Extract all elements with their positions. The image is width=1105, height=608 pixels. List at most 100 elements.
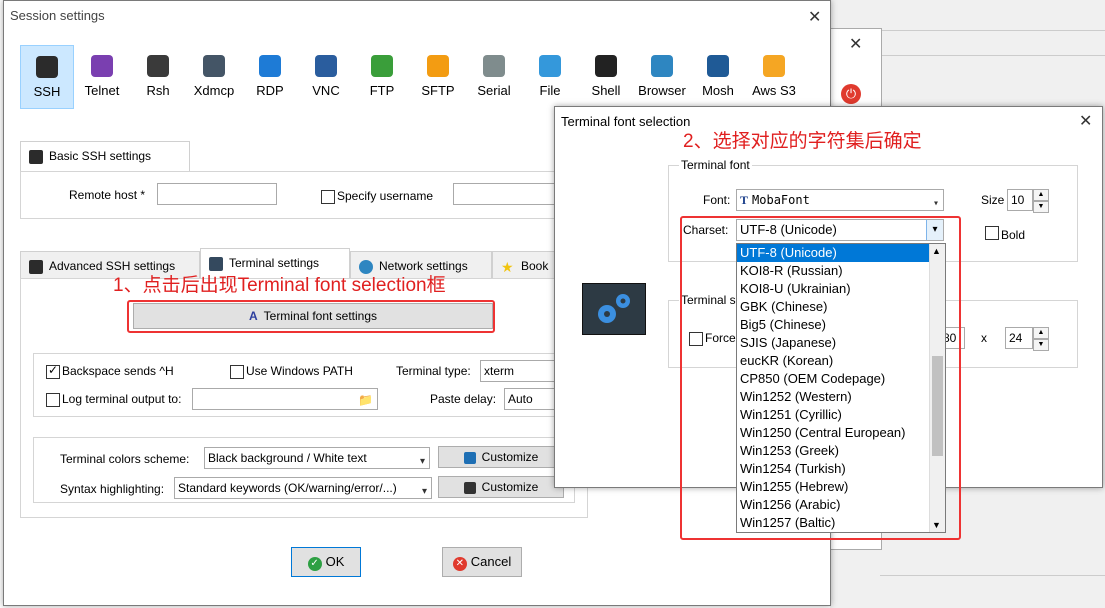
customize-syntax-button[interactable]: Customize (438, 476, 564, 498)
protocol-rdp[interactable]: RDP (244, 45, 296, 107)
rows-stepper[interactable]: ▲ ▼ (1033, 327, 1049, 351)
chevron-down-icon: ▾ (932, 198, 939, 209)
bold-label: Bold (1001, 228, 1026, 242)
annotation-box-charset (680, 216, 961, 540)
close-icon[interactable]: ✕ (808, 7, 821, 27)
annotation-step2: 2、选择对应的字符集后确定 (683, 131, 922, 152)
size-input[interactable]: 10 (1007, 189, 1033, 211)
check-icon: ✓ (307, 557, 322, 571)
colors-scheme-label: Terminal colors scheme: (60, 452, 190, 466)
monitor-icon (463, 481, 476, 494)
terminal-icon (209, 256, 223, 271)
remote-host-label: Remote host * (69, 188, 146, 202)
cancel-icon: ✕ (452, 557, 467, 571)
cancel-button[interactable]: ✕ Cancel (442, 547, 522, 577)
shell-icon (595, 55, 617, 77)
serial-icon (483, 55, 505, 77)
protocol-mosh[interactable]: Mosh (692, 45, 744, 107)
cancel-label: Cancel (470, 554, 512, 569)
specify-username-label: Specify username (337, 189, 434, 203)
dialog-title: Terminal font selection (561, 114, 691, 129)
protocol-vnc[interactable]: VNC (300, 45, 352, 107)
ssh-key-icon (29, 149, 43, 164)
font-select[interactable]: T MobaFont ▾ (736, 189, 944, 211)
syntax-select[interactable]: Standard keywords (OK/warning/error/...)… (174, 477, 432, 499)
windows-path-checkbox[interactable] (230, 365, 244, 379)
customize-colors-button[interactable]: Customize (438, 446, 564, 468)
protocol-telnet[interactable]: Telnet (76, 45, 128, 107)
protocol-aws-s3[interactable]: Aws S3 (748, 45, 800, 107)
protocol-serial[interactable]: Serial (468, 45, 520, 107)
palette-icon (463, 451, 476, 464)
size-label: Size (981, 193, 1005, 207)
basic-settings-panel: Remote host * Specify username (20, 171, 582, 219)
terminal-type-label: Terminal type: (396, 364, 471, 378)
specify-username-checkbox[interactable] (321, 190, 335, 204)
protocol-label: File (539, 83, 561, 98)
window-title: Session settings (10, 8, 105, 23)
size-stepper[interactable]: ▲ ▼ (1033, 189, 1049, 213)
protocol-ssh[interactable]: SSH (20, 45, 74, 109)
power-icon[interactable]: ⏻ (841, 84, 861, 104)
telnet-icon (91, 55, 113, 77)
ok-label: OK (325, 554, 345, 569)
chevron-down-icon: ▾ (421, 486, 427, 497)
close-icon[interactable]: ✕ (1079, 111, 1092, 131)
paste-delay-label: Paste delay: (430, 392, 497, 406)
close-icon[interactable]: ✕ (849, 34, 862, 54)
protocol-browser[interactable]: Browser (636, 45, 688, 107)
background-divider (880, 55, 1105, 56)
tab-basic-ssh[interactable]: Basic SSH settings (20, 141, 190, 172)
ssh-icon (36, 56, 58, 78)
chevron-up-icon[interactable]: ▲ (1033, 327, 1049, 339)
tab-label: Terminal settings (229, 256, 320, 270)
chevron-down-icon[interactable]: ▼ (1033, 201, 1049, 213)
protocol-ftp[interactable]: FTP (356, 45, 408, 107)
chevron-down-icon[interactable]: ▼ (1033, 339, 1049, 351)
annotation-box-font-button (127, 300, 495, 333)
font-label: Font: (703, 193, 731, 207)
customize-label: Customize (481, 450, 539, 464)
protocol-label: Mosh (702, 83, 734, 98)
protocol-xdmcp[interactable]: Xdmcp (188, 45, 240, 107)
background-divider (880, 30, 1105, 31)
ok-button[interactable]: ✓ OK (291, 547, 361, 577)
log-output-input[interactable]: 📁 (192, 388, 378, 410)
truetype-icon: T (740, 193, 749, 207)
protocol-label: Rsh (146, 83, 170, 98)
windows-path-label: Use Windows PATH (246, 364, 353, 378)
vnc-icon (315, 55, 337, 77)
protocol-label: VNC (312, 83, 340, 98)
colors-scheme-value: Black background / White text (208, 451, 367, 465)
mosh-icon (707, 55, 729, 77)
protocol-label: Browser (638, 83, 686, 98)
aws-s3-icon (763, 55, 785, 77)
protocol-label: Xdmcp (193, 83, 235, 98)
protocol-rsh[interactable]: Rsh (132, 45, 184, 107)
chevron-up-icon[interactable]: ▲ (1033, 189, 1049, 201)
protocol-sftp[interactable]: SFTP (412, 45, 464, 107)
rsh-icon (147, 55, 169, 77)
bold-checkbox[interactable] (985, 226, 999, 240)
ssh-key-icon (29, 259, 43, 274)
xdmcp-icon (203, 55, 225, 77)
remote-host-input[interactable] (157, 183, 277, 205)
customize-label: Customize (481, 480, 539, 494)
protocol-shell[interactable]: Shell (580, 45, 632, 107)
colors-scheme-select[interactable]: Black background / White text ▾ (204, 447, 430, 469)
backspace-checkbox[interactable] (46, 363, 60, 379)
rdp-icon (259, 55, 281, 77)
protocol-label: Aws S3 (752, 83, 796, 98)
tab-label: Basic SSH settings (49, 149, 152, 163)
folder-icon[interactable]: 📁 (358, 390, 373, 410)
rows-input[interactable]: 24 (1005, 327, 1033, 349)
protocol-label: SSH (33, 84, 61, 99)
annotation-step1: 1、点击后出现Terminal font selection框 (113, 275, 446, 296)
protocol-file[interactable]: File (524, 45, 576, 107)
protocol-label: RDP (256, 83, 284, 98)
log-output-checkbox[interactable] (46, 393, 60, 407)
protocol-label: Telnet (84, 83, 120, 98)
settings-gears-icon (582, 283, 646, 335)
syntax-value: Standard keywords (OK/warning/error/...) (178, 481, 397, 495)
protocol-label: FTP (369, 83, 395, 98)
